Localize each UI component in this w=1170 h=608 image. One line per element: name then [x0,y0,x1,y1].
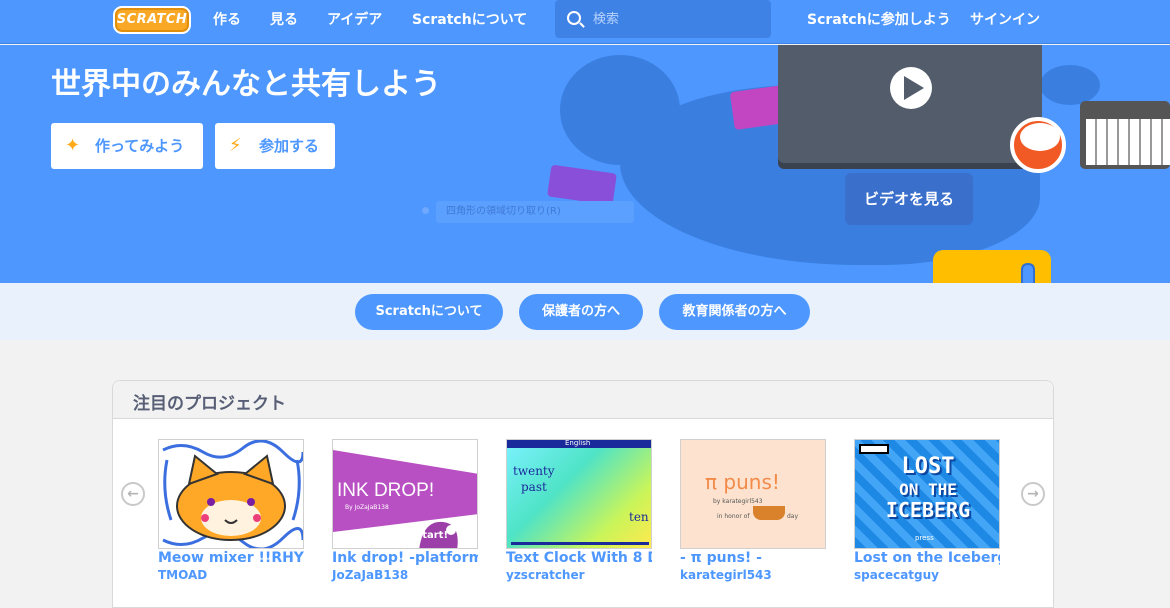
iceberg-hud [859,444,889,454]
pi-day-text: day [787,513,799,520]
project-title[interactable]: Meow mixer !!RHYTHM [158,550,304,566]
for-parents-pill[interactable]: 保護者の方へ [519,294,643,330]
iceberg-title-line: ICEBERG [885,498,971,522]
video-thumbnail[interactable] [778,45,1042,163]
project-thumbnail[interactable]: INK DROP! By JoZaJaB138 Start! [332,439,478,549]
hero-banner: 世界中のみんなと共有しよう ✦ 作ってみよう ⚡ 参加する 四角形の領域切り取り… [0,45,1170,283]
join-button[interactable]: ⚡ 参加する [215,123,335,169]
featured-header: 注目のプロジェクト [113,381,1053,419]
create-button-label: 作ってみよう [95,137,185,155]
clock-word: past [521,480,547,494]
piano-keys [1086,119,1170,165]
join-scratch-link[interactable]: Scratchに参加しよう [807,0,951,40]
featured-title: 注目のプロジェクト [133,394,286,414]
clock-word: twenty [513,464,555,478]
clock-lang: English [565,439,591,447]
keyboard-icon [1080,101,1170,169]
iceberg-title-line: ON THE [899,480,957,499]
hero-blob [1040,65,1100,105]
project-author[interactable]: karategirl543 [680,568,772,582]
hero-blob [618,125,644,151]
create-button[interactable]: ✦ 作ってみよう [51,123,203,169]
search-box [555,0,771,38]
pie-icon [753,506,785,520]
clock-slider [511,542,649,545]
carousel-prev-icon[interactable]: ← [121,482,145,506]
clock-word: ten [629,510,649,524]
hero-blob [560,55,680,165]
project-title[interactable]: - π puns! - [680,550,826,566]
drum-icon [1010,117,1066,173]
nav-explore[interactable]: 見る [270,0,298,40]
search-input[interactable] [593,8,763,30]
project-author[interactable]: JoZaJaB138 [332,568,408,582]
project-title[interactable]: Text Clock With 8 Different [506,550,652,566]
featured-projects-box: 注目のプロジェクト ← → Meow mixer !!RHYTHM TMOAD [112,380,1054,608]
hero-title: 世界中のみんなと共有しよう [51,67,441,102]
pi-by-text: by karategirl543 [713,498,763,505]
project-author[interactable]: spacecatguy [854,568,939,582]
nav-create[interactable]: 作る [213,0,241,40]
pi-honor-text: in honor of [717,513,750,520]
project-title[interactable]: Ink drop! -platformer [332,550,478,566]
project-thumbnail[interactable]: English twenty past ten [506,439,652,549]
carousel-next-icon[interactable]: → [1021,482,1045,506]
project-author[interactable]: TMOAD [158,568,207,582]
ink-drop-text: INK DROP! [337,480,435,501]
about-scratch-pill[interactable]: Scratchについて [355,294,503,330]
sign-in-link[interactable]: サインイン [970,0,1040,40]
sparkle-icon: ✦ [65,135,81,156]
ink-start-text: Start! [415,530,449,541]
iceberg-title-line: LOST [901,454,955,479]
join-button-label: 参加する [259,137,320,155]
cat-thumbnail-art [159,440,303,548]
iceberg-press-text: press [915,534,934,542]
project-author[interactable]: yzscratcher [506,568,585,582]
tooltip-dot [422,207,429,214]
info-band: Scratchについて 保護者の方へ 教育関係者の方へ [0,283,1170,340]
pi-title-text: π puns! [705,470,780,494]
nav-about[interactable]: Scratchについて [412,0,527,40]
project-title[interactable]: Lost on the Iceberg [854,550,1000,566]
play-icon[interactable] [890,67,932,109]
purple-code-block [547,164,617,206]
search-icon [567,11,581,25]
project-thumbnail[interactable] [158,439,304,549]
top-nav: SCRATCH 作る 見る アイデア Scratchについて Scratchに参… [0,0,1170,44]
ink-by-text: By JoZaJaB138 [345,504,389,511]
for-educators-pill[interactable]: 教育関係者の方へ [659,294,810,330]
scratch-logo[interactable]: SCRATCH [113,6,191,34]
watch-video-button[interactable]: ビデオを見る [845,173,973,225]
project-thumbnail[interactable]: π puns! by karategirl543 in honor of day [680,439,826,549]
lightning-icon: ⚡ [229,135,242,156]
project-thumbnail[interactable]: LOST ON THE ICEBERG press [854,439,1000,549]
snip-tooltip: 四角形の領域切り取り(R) [436,201,634,223]
nav-ideas[interactable]: アイデア [327,0,382,40]
